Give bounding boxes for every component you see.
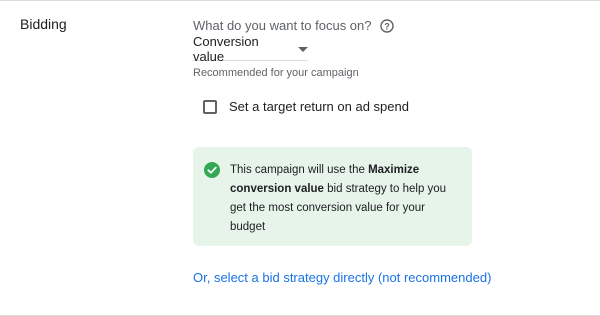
select-bid-strategy-link[interactable]: Or, select a bid strategy directly (not … <box>193 270 491 285</box>
focus-question-text: What do you want to focus on? <box>193 18 372 33</box>
top-divider <box>0 0 600 1</box>
section-title: Bidding <box>20 16 67 32</box>
help-circle-icon[interactable]: ? <box>379 18 394 33</box>
focus-dropdown-value: Conversion value <box>193 34 259 64</box>
strategy-info-text: This campaign will use the Maximize conv… <box>230 161 460 237</box>
recommendation-hint: Recommended for your campaign <box>193 67 359 79</box>
focus-question: What do you want to focus on? ? <box>193 18 394 33</box>
target-roas-label[interactable]: Set a target return on ad spend <box>229 99 409 114</box>
svg-text:?: ? <box>384 21 390 31</box>
check-circle-icon <box>204 162 220 178</box>
target-roas-option[interactable]: Set a target return on ad spend <box>203 99 409 114</box>
info-text-before: This campaign will use the <box>230 164 369 176</box>
strategy-info-box: This campaign will use the Maximize conv… <box>193 147 472 246</box>
focus-dropdown[interactable]: Conversion value <box>193 34 308 64</box>
caret-down-icon <box>298 46 308 52</box>
target-roas-checkbox[interactable] <box>203 99 217 114</box>
